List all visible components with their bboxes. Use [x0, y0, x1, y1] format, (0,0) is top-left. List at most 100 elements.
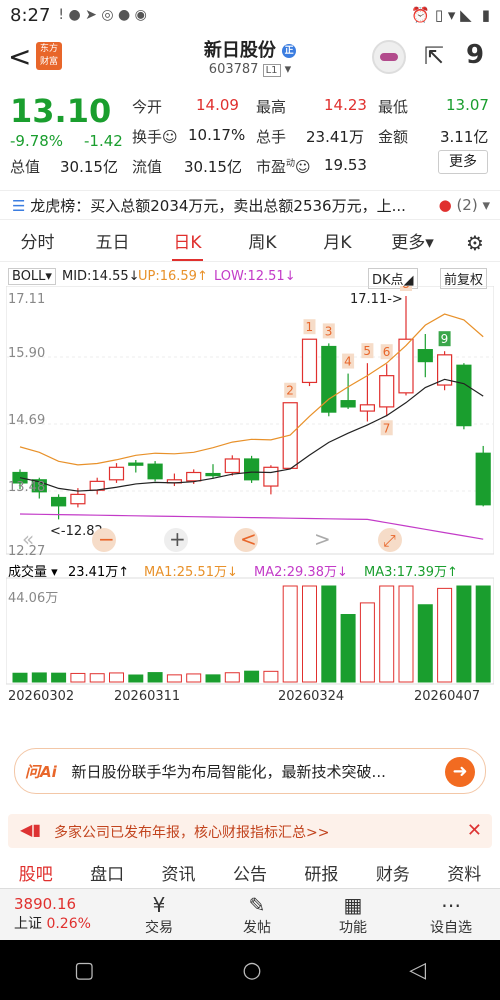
tab-announcements[interactable]: 公告	[233, 860, 267, 888]
more-quote-button[interactable]: 更多	[438, 150, 488, 174]
kline-svg[interactable]: 123456789 17.11 15.90 14.69 13.48 12.27 …	[6, 286, 494, 716]
zoom-in-button[interactable]: +	[169, 527, 186, 551]
candle-body-13	[263, 466, 279, 487]
seq-label-9: 9	[441, 332, 449, 346]
status-bar: 8:27 ! ● ➤ ◎ ● ◉ ⏰ ▯ ▾ ◣ ▮	[0, 0, 500, 30]
tab-news[interactable]: 资讯	[162, 860, 196, 888]
avatar[interactable]	[372, 40, 406, 74]
turnover-value: 10.17%	[188, 126, 246, 144]
tab-guba[interactable]: 股吧	[19, 860, 53, 888]
kline-chart[interactable]: 123456789 17.11 15.90 14.69 13.48 12.27 …	[6, 286, 494, 716]
next-button[interactable]: >	[314, 527, 331, 551]
candle-body-6	[128, 462, 144, 466]
tab-daily-k[interactable]: 日K	[150, 226, 225, 261]
functions-button[interactable]: ▦ 功能	[318, 893, 388, 937]
volume-bar-3	[70, 672, 86, 683]
high-annotation: 17.11->	[350, 292, 403, 307]
zoom-out-button[interactable]: −	[98, 527, 115, 551]
share-icon[interactable]: ⇱	[424, 42, 444, 70]
high-label: 最高	[256, 98, 287, 116]
back-nav-icon[interactable]: ◁	[409, 958, 426, 983]
x-tick-1: 20260311	[114, 689, 180, 704]
change-percent: -9.78%	[10, 132, 64, 150]
tab-five-day[interactable]: 五日	[75, 226, 150, 261]
boll-selector[interactable]: BOLL▾	[8, 268, 56, 285]
volume-selector[interactable]: 成交量 ▾	[8, 564, 58, 580]
tab-monthly-k[interactable]: 月K	[300, 226, 375, 261]
tab-more[interactable]: 更多▾	[375, 226, 450, 261]
seq-label-7: 7	[383, 421, 391, 435]
vol-ma3: MA3:17.39万↑	[364, 565, 458, 580]
quote-panel: 13.10 -9.78% -1.42 今开 14.09 最高 14.23 最低 …	[0, 90, 500, 180]
candle-body-3	[70, 493, 86, 505]
system-icons: ⏰ ▯ ▾ ◣ ▮	[411, 6, 490, 24]
close-icon[interactable]: ✕	[467, 820, 482, 841]
tab-intraday[interactable]: 分时	[0, 226, 75, 261]
open-value: 14.09	[196, 96, 239, 114]
x-tick-3: 20260407	[414, 689, 480, 704]
tab-pankou[interactable]: 盘口	[90, 860, 124, 888]
candle-body-12	[244, 458, 260, 481]
add-watchlist-button[interactable]: ⋯ 设自选	[416, 893, 486, 937]
recent-apps-icon[interactable]: ▢	[74, 958, 95, 983]
tab-finance[interactable]: 财务	[376, 860, 410, 888]
ask-ai-brand: 问Ai	[25, 763, 57, 781]
volume-bar-4	[89, 673, 105, 683]
boll-low: LOW:12.51↓	[214, 269, 296, 284]
current-price: 13.10	[10, 92, 112, 130]
volume-bar-16	[321, 585, 337, 683]
volume-bar-14	[282, 585, 298, 683]
volume-bar-2	[51, 672, 67, 683]
volume-bar-22	[437, 587, 453, 683]
volume-max: 44.06万	[8, 591, 58, 606]
volume-bar-9	[186, 673, 202, 683]
megaphone-icon: ◀▮	[20, 820, 42, 839]
pe-sup: 动	[286, 159, 296, 169]
volume-label: 总手	[256, 128, 287, 146]
candle-body-20	[398, 338, 414, 394]
ask-ai-text: 新日股份联手华为布局智能化，最新技术突破...	[71, 763, 386, 781]
vol-ma1: MA1:25.51万↓	[144, 565, 238, 580]
high-value: 14.23	[324, 96, 367, 114]
boll-up-line	[19, 313, 484, 466]
rewind-icon[interactable]: «	[22, 527, 34, 551]
ask-ai-bar[interactable]: 问Ai 新日股份联手华为布局智能化，最新技术突破... ➜	[14, 748, 486, 794]
notice-banner[interactable]: ◀▮ 多家公司已发布年报，核心财报指标汇总>> ✕	[8, 814, 492, 848]
notice-text: 多家公司已发布年报，核心财报指标汇总>>	[54, 825, 330, 841]
volume-bar-12	[244, 670, 260, 683]
menu-icon[interactable]: 9	[466, 40, 484, 70]
seq-label-8: 8	[402, 286, 410, 291]
candle-body-17	[340, 400, 356, 408]
arrow-right-icon[interactable]: ➜	[445, 757, 475, 787]
index-ticker[interactable]: 3890.16 上证 0.26%	[14, 895, 91, 933]
seq-label-1: 1	[306, 320, 314, 334]
market-cap-label: 总值	[10, 158, 41, 176]
bottom-bar: 3890.16 上证 0.26% ¥ 交易 ✎ 发帖 ▦ 功能 ⋯ 设自选	[0, 888, 500, 940]
volume-legend: 成交量 ▾ 23.41万↑ MA1:25.51万↓ MA2:29.38万↓ MA…	[8, 564, 458, 580]
index-pct: 0.26%	[46, 916, 91, 932]
candle-body-18	[359, 404, 375, 412]
price-frame	[6, 286, 494, 555]
volume-bar-8	[166, 674, 182, 683]
stock-name-text: 新日股份	[203, 40, 276, 61]
post-button[interactable]: ✎ 发帖	[222, 893, 292, 937]
grid-icon: ▦	[343, 893, 363, 917]
stock-code-text: 603787	[208, 62, 259, 77]
content-tabs: 股吧 盘口 资讯 公告 研报 财务 资料	[0, 860, 500, 888]
trade-button[interactable]: ¥ 交易	[124, 893, 194, 937]
tab-weekly-k[interactable]: 周K	[225, 226, 300, 261]
volume-bar-5	[109, 672, 124, 683]
tab-research[interactable]: 研报	[304, 860, 338, 888]
tab-profile[interactable]: 资料	[447, 860, 481, 888]
x-axis: 20260302 20260311 20260324 20260407	[8, 689, 480, 704]
dragon-tiger-banner[interactable]: ☰ 龙虎榜：买入总额2034万元，卖出总额2536万元，上... ● (2) ▾	[0, 190, 500, 220]
home-icon[interactable]: ○	[242, 958, 261, 983]
candle-body-19	[379, 375, 395, 408]
dragon-tiger-count: ● (2) ▾	[438, 196, 490, 214]
fullscreen-button[interactable]: ⤢	[383, 531, 396, 550]
prev-button[interactable]: <	[240, 527, 257, 551]
change-amount: -1.42	[84, 132, 123, 150]
seq-label-3: 3	[325, 324, 333, 338]
y-tick-3: 14.69	[8, 413, 45, 428]
settings-gear-icon[interactable]: ⚙	[450, 226, 500, 261]
